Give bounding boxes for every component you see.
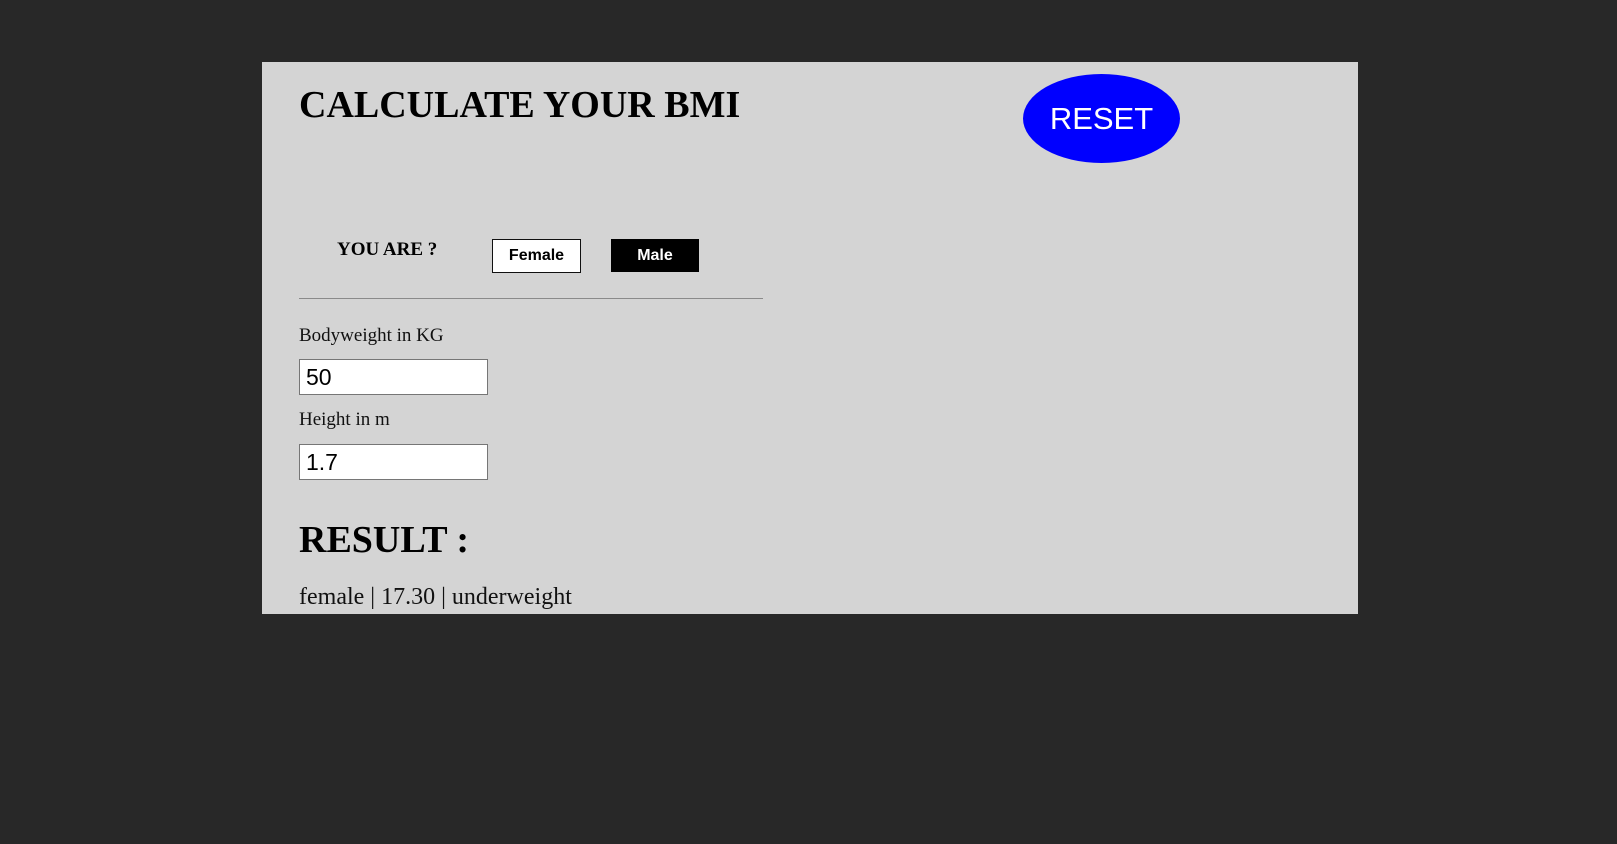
gender-label: YOU ARE ? [337, 239, 438, 260]
bmi-calculator-panel: CALCULATE YOUR BMI RESET YOU ARE ? Femal… [262, 62, 1358, 614]
height-input[interactable] [299, 444, 488, 480]
divider [299, 298, 763, 299]
bodyweight-input[interactable] [299, 359, 488, 395]
result-heading: RESULT : [299, 519, 470, 561]
female-button[interactable]: Female [492, 239, 581, 273]
male-button[interactable]: Male [611, 239, 699, 272]
height-label: Height in m [299, 409, 390, 430]
result-text: female | 17.30 | underweight [299, 584, 572, 610]
reset-button[interactable]: RESET [1023, 74, 1180, 163]
bodyweight-label: Bodyweight in KG [299, 325, 444, 346]
page-title: CALCULATE YOUR BMI [299, 84, 741, 126]
